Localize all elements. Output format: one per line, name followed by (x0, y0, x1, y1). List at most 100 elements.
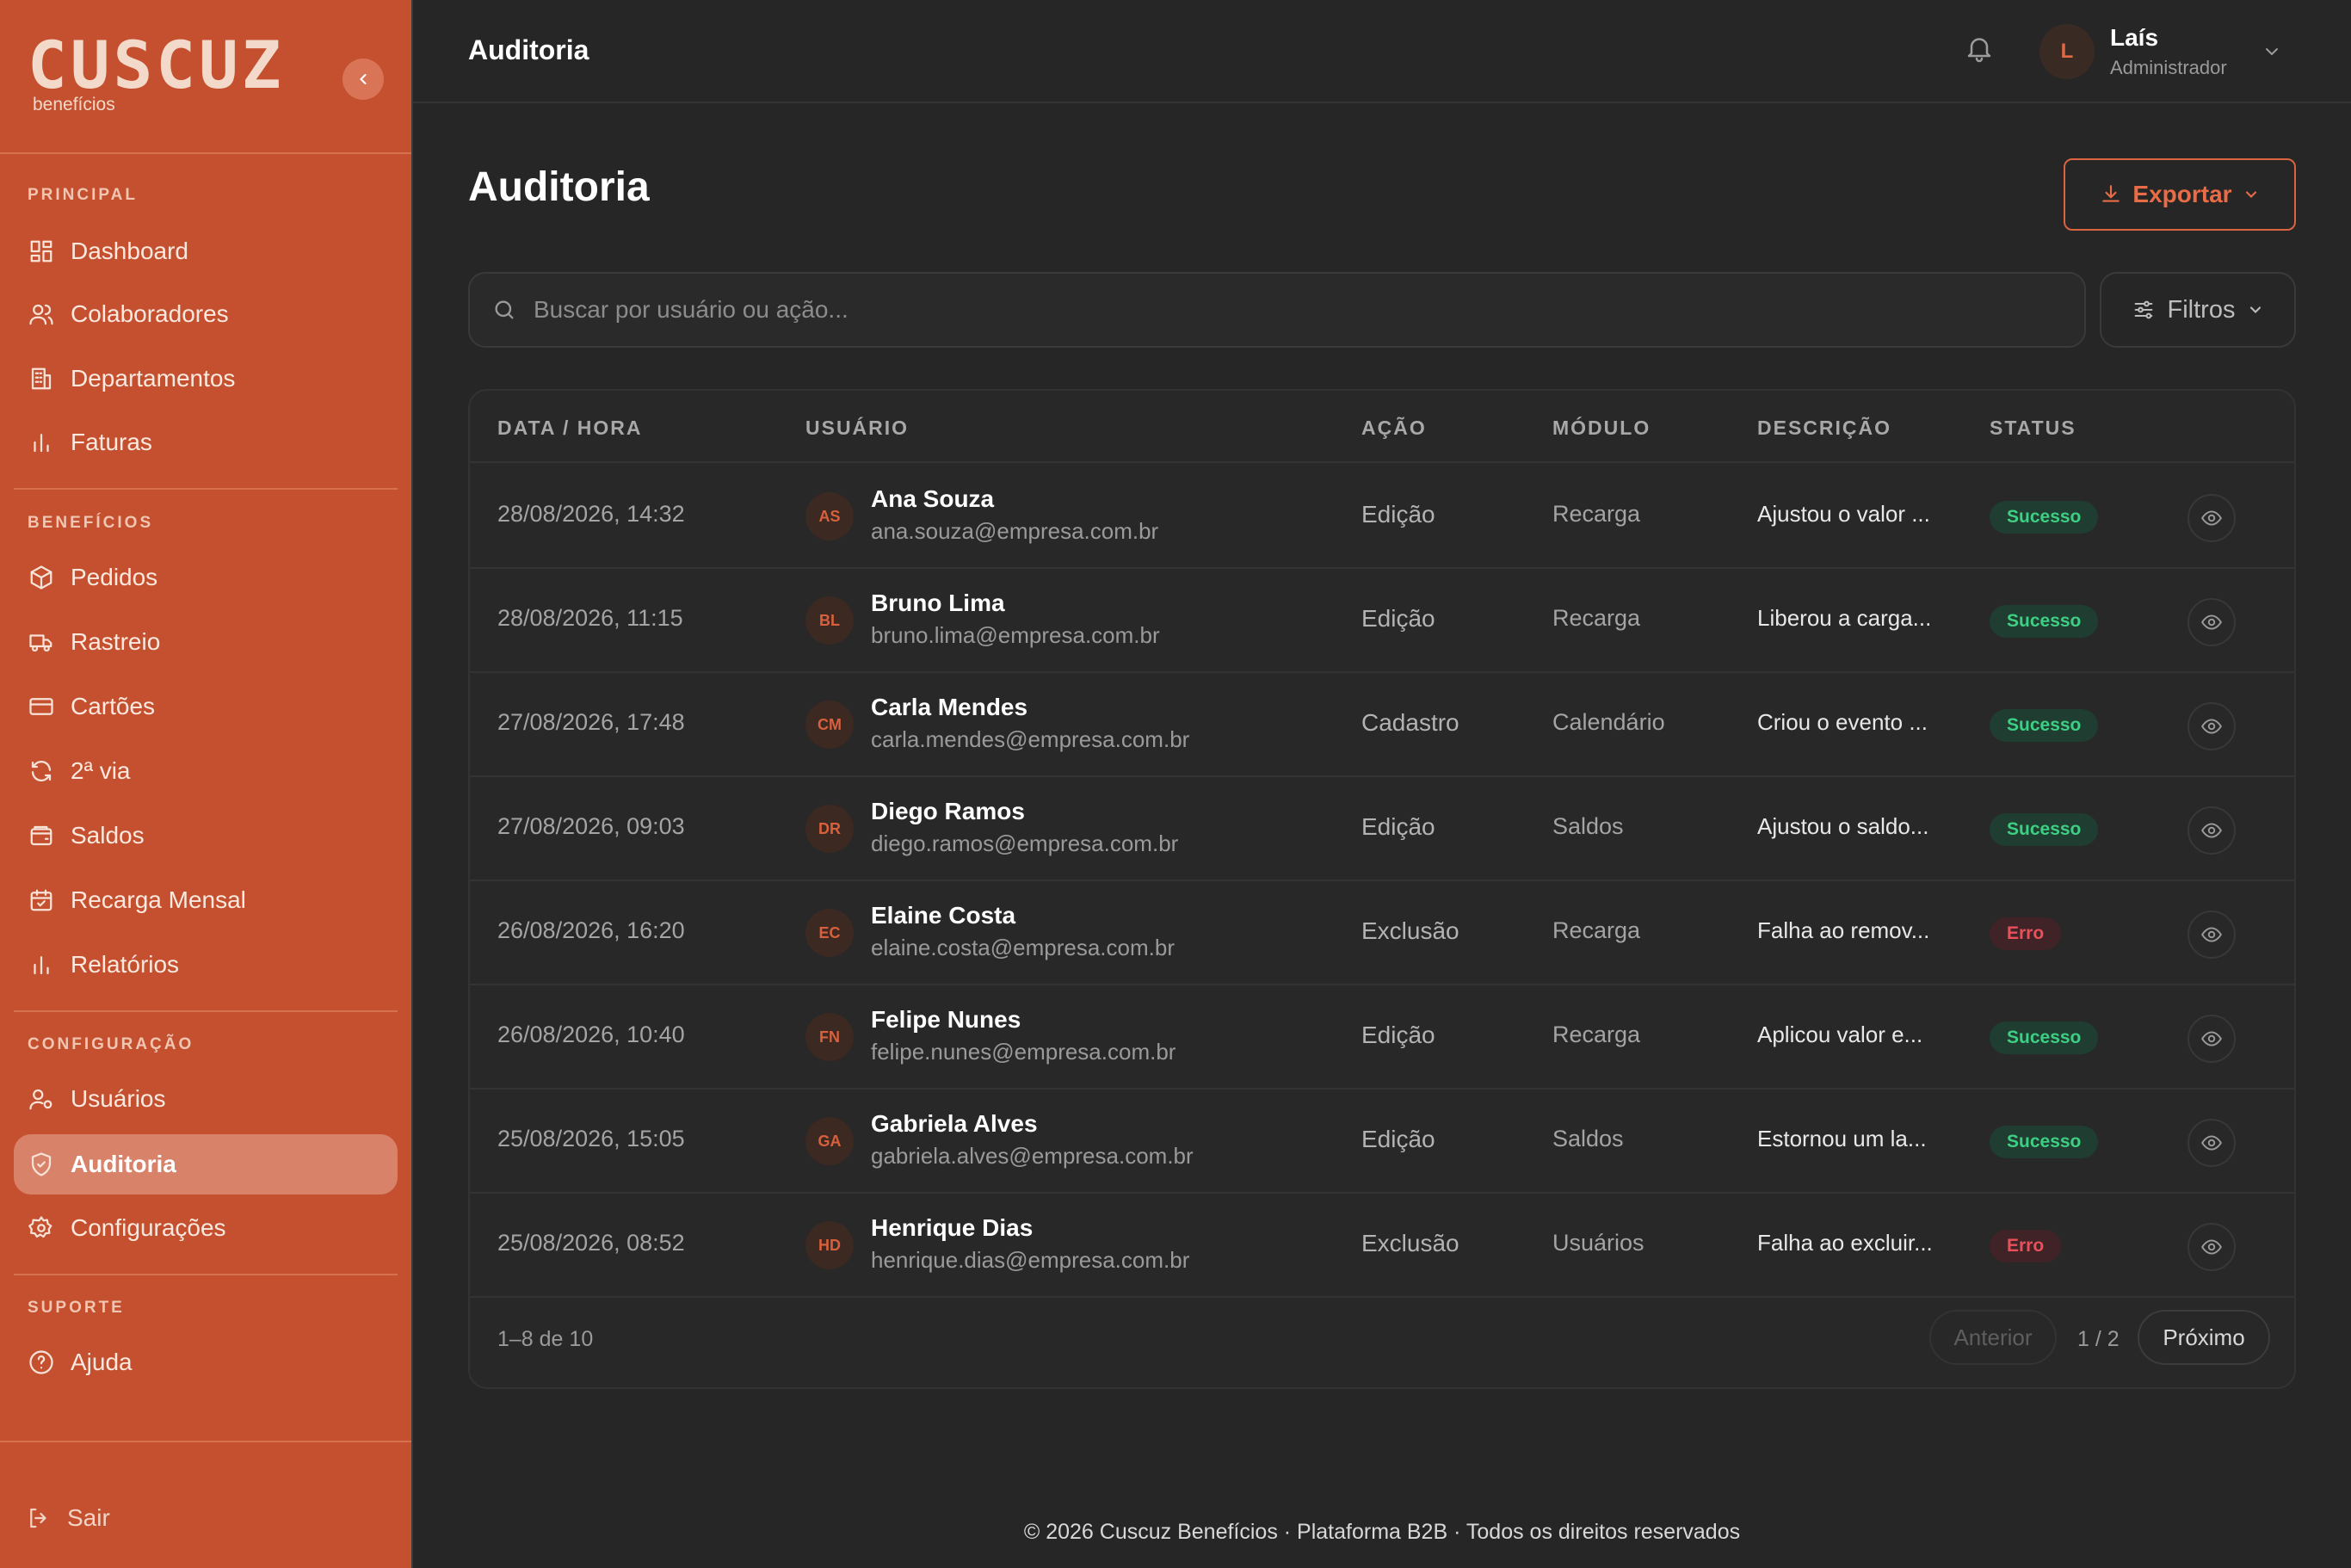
table-row[interactable]: 27/08/2026, 09:03 DR Diego Ramos diego.ramo… (470, 777, 2294, 881)
sliders-icon (2134, 300, 2152, 319)
column-header-user[interactable]: USUÁRIO (805, 417, 909, 440)
eye-icon (2201, 719, 2222, 734)
status-badge: Sucesso (1990, 709, 2099, 742)
view-details-button[interactable] (2187, 806, 2236, 855)
sidebar-item-relatorios[interactable]: Relatórios (14, 935, 398, 995)
row-description: Ajustou o valor ... (1757, 501, 1930, 527)
row-module: Recarga (1552, 917, 1641, 943)
column-header-description[interactable]: DESCRIÇÃO (1757, 417, 1891, 440)
row-user-email: carla.mendes@empresa.com.br (871, 726, 1190, 752)
sidebar-item-saldos[interactable]: Saldos (14, 806, 398, 866)
row-user-name: Gabriela Alves (871, 1110, 1038, 1137)
view-details-button[interactable] (2187, 702, 2236, 750)
sidebar-item-auditoria[interactable]: Auditoria (14, 1134, 398, 1195)
sidebar-item-departamentos[interactable]: Departamentos (14, 349, 398, 409)
sidebar-item-recarga-mensal[interactable]: Recarga Mensal (14, 870, 398, 930)
row-datetime: 25/08/2026, 15:05 (497, 1126, 685, 1151)
view-details-button[interactable] (2187, 1119, 2236, 1167)
column-header-status[interactable]: STATUS (1990, 417, 2076, 440)
table-row[interactable]: 26/08/2026, 16:20 EC Elaine Costa elaine.co… (470, 881, 2294, 985)
filters-label: Filtros (2167, 295, 2236, 324)
user-cog-icon (28, 1085, 55, 1113)
eye-icon (2201, 510, 2222, 526)
sidebar-item-label: Pedidos (71, 564, 158, 590)
search-input[interactable] (534, 296, 1996, 324)
row-action: Edição (1361, 1126, 1435, 1152)
notifications-button[interactable] (1964, 33, 1998, 67)
sidebar-item-configuracoes[interactable]: Configurações (14, 1198, 398, 1258)
view-details-button[interactable] (2187, 494, 2236, 542)
table-row[interactable]: 26/08/2026, 10:40 FN Felipe Nunes felipe.nu… (470, 985, 2294, 1090)
row-user-name: Diego Ramos (871, 798, 1025, 824)
user-menu-toggle[interactable] (2262, 41, 2282, 66)
row-user-email: diego.ramos@empresa.com.br (871, 830, 1179, 856)
row-datetime: 28/08/2026, 14:32 (497, 501, 685, 527)
table-row[interactable]: 28/08/2026, 11:15 BL Bruno Lima bruno.lima@… (470, 569, 2294, 673)
column-header-datetime[interactable]: DATA / HORA (497, 417, 643, 440)
sidebar-item-segunda-via[interactable]: 2ª via (14, 741, 398, 801)
pagination-count: 1–8 de 10 (497, 1327, 594, 1351)
sidebar-item-label: Dashboard (71, 238, 188, 264)
status-badge: Sucesso (1990, 501, 2099, 534)
table-row[interactable]: 27/08/2026, 17:48 CM Carla Mendes carla.men… (470, 673, 2294, 777)
sidebar-item-ajuda[interactable]: Ajuda (14, 1332, 398, 1392)
table-row[interactable]: 28/08/2026, 14:32 AS Ana Souza ana.souza@em… (470, 465, 2294, 569)
bar-chart-icon (28, 429, 55, 456)
credit-card-icon (28, 693, 55, 720)
package-icon (28, 564, 55, 591)
row-user-email: henrique.dias@empresa.com.br (871, 1247, 1190, 1273)
search-bar[interactable] (468, 272, 2086, 348)
row-action: Edição (1361, 605, 1435, 632)
user-name[interactable]: Laís (2110, 24, 2158, 52)
page-title: Auditoria (468, 164, 650, 210)
sidebar-item-pedidos[interactable]: Pedidos (14, 547, 398, 608)
row-module: Recarga (1552, 1022, 1641, 1047)
sidebar-item-cartoes[interactable]: Cartões (14, 676, 398, 737)
row-action: Edição (1361, 501, 1435, 528)
row-module: Calendário (1552, 709, 1665, 735)
table-row[interactable]: 25/08/2026, 15:05 GA Gabriela Alves gabriel… (470, 1090, 2294, 1194)
avatar: FN (805, 1013, 854, 1061)
avatar: EC (805, 909, 854, 957)
row-description: Criou o evento ... (1757, 709, 1928, 735)
eye-icon (2201, 1135, 2222, 1151)
status-badge: Sucesso (1990, 1022, 2099, 1054)
row-description: Aplicou valor e... (1757, 1022, 1923, 1047)
column-header-action[interactable]: AÇÃO (1361, 417, 1427, 440)
logout-button[interactable]: Sair (26, 1504, 110, 1532)
avatar[interactable]: L (2039, 24, 2095, 79)
topbar: Auditoria L Laís Administrador (413, 0, 2351, 103)
help-circle-icon (28, 1349, 55, 1376)
view-details-button[interactable] (2187, 1223, 2236, 1271)
row-action: Edição (1361, 813, 1435, 840)
collapse-sidebar-button[interactable] (342, 59, 384, 100)
section-suporte: SUPORTE (28, 1299, 125, 1317)
eye-icon (2201, 1031, 2222, 1046)
sidebar-divider (14, 488, 398, 490)
wallet-icon (28, 822, 55, 849)
next-page-button[interactable]: Próximo (2138, 1310, 2270, 1365)
sidebar-item-label: Auditoria (71, 1151, 176, 1177)
sidebar-item-faturas[interactable]: Faturas (14, 412, 398, 472)
sidebar-item-colaboradores[interactable]: Colaboradores (14, 284, 398, 344)
table-row[interactable]: 25/08/2026, 08:52 HD Henrique Dias henrique… (470, 1194, 2294, 1298)
filters-button[interactable]: Filtros (2100, 272, 2296, 348)
sidebar-item-usuarios[interactable]: Usuários (14, 1069, 398, 1129)
view-details-button[interactable] (2187, 911, 2236, 959)
previous-page-button[interactable]: Anterior (1929, 1310, 2057, 1365)
column-header-module[interactable]: MÓDULO (1552, 417, 1651, 440)
footer-text: © 2026 Cuscuz Benefícios · Plataforma B2… (1023, 1520, 1741, 1544)
view-details-button[interactable] (2187, 1015, 2236, 1063)
sidebar-item-rastreio[interactable]: Rastreio (14, 612, 398, 672)
sidebar-divider (0, 1441, 411, 1442)
sidebar-item-label: 2ª via (71, 757, 131, 784)
shield-check-icon (28, 1151, 55, 1178)
row-user-email: bruno.lima@empresa.com.br (871, 622, 1160, 648)
logo[interactable]: CUSCUZ benefícios (28, 33, 285, 115)
view-details-button[interactable] (2187, 598, 2236, 646)
sidebar: CUSCUZ benefícios PRINCIPAL Dashboard Co… (0, 0, 413, 1568)
sidebar-item-dashboard[interactable]: Dashboard (14, 221, 398, 281)
status-badge: Erro (1990, 917, 2062, 950)
user-role: Administrador (2110, 57, 2227, 78)
export-button[interactable]: Exportar (2064, 158, 2296, 231)
